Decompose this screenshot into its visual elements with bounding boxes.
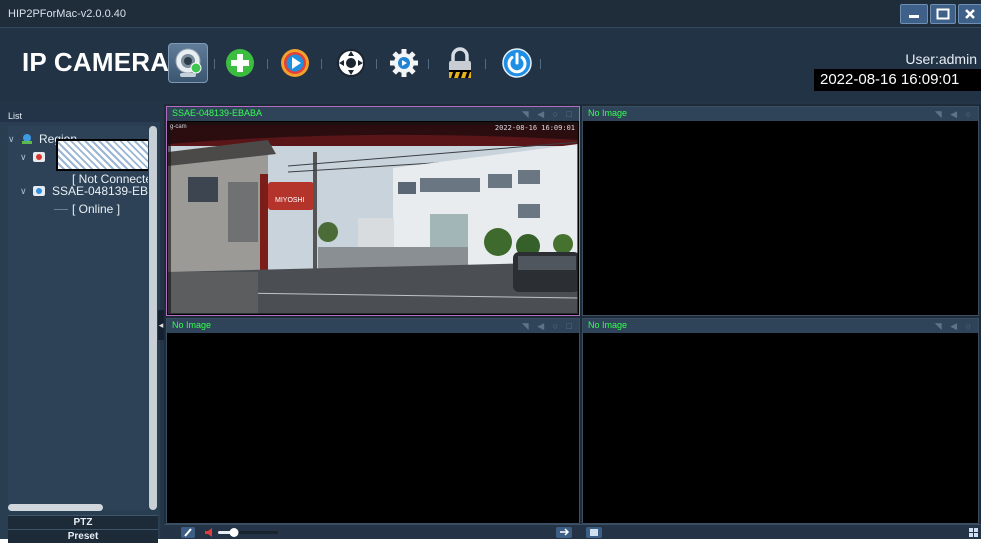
- tree-item-device[interactable]: ∨: [20, 148, 50, 166]
- svg-text:MIYOSHI: MIYOSHI: [275, 197, 305, 204]
- list-header: List: [0, 104, 160, 122]
- brand-title: IP CAMERA: [22, 47, 170, 77]
- cell-controls[interactable]: ◥ ◀ ○ □: [522, 109, 575, 120]
- header: IP CAMERA User:admin 2022-08-16 16:09:01: [0, 29, 981, 101]
- minimize-icon: [909, 15, 919, 18]
- record-icon[interactable]: [556, 527, 572, 538]
- app-window: HIP2PForMac-v2.0.0.40 IP CAMERA User:adm…: [0, 0, 981, 543]
- device-panel: List ∨ Region ∨ [ Not Connected ] ∨: [0, 104, 160, 543]
- settings-icon: [390, 49, 418, 77]
- cell-header: SSAE-048139-EBABA ◥ ◀ ○ □: [167, 107, 579, 121]
- speaker-mute-icon[interactable]: [204, 527, 216, 538]
- device-status: [ Online ]: [54, 200, 120, 218]
- toolbar-separator: [267, 59, 268, 69]
- tree-connector: [54, 208, 68, 210]
- lock-icon: [449, 47, 471, 78]
- maximize-button[interactable]: [930, 4, 956, 24]
- lock-button[interactable]: [440, 43, 480, 83]
- video-cell[interactable]: No Image ◥ ◀ ○ □: [166, 318, 580, 524]
- toolbar-separator: [485, 59, 486, 69]
- video-grid: SSAE-048139-EBABA ◥ ◀ ○ □ MIYOSHI g-cam …: [164, 104, 981, 524]
- snapshot-icon[interactable]: [586, 527, 602, 538]
- ptz-tab[interactable]: PTZ: [8, 515, 158, 529]
- video-cell[interactable]: SSAE-048139-EBABA ◥ ◀ ○ □ MIYOSHI g-cam …: [166, 106, 580, 316]
- region-icon: [22, 134, 32, 144]
- microphone-icon[interactable]: [180, 527, 196, 538]
- bottom-control-bar: [164, 524, 981, 539]
- cell-title: SSAE-048139-EBABA: [172, 108, 263, 118]
- toolbar-separator: [428, 59, 429, 69]
- add-device-button[interactable]: [220, 43, 260, 83]
- toolbar-separator: [321, 59, 322, 69]
- ptz-icon: [337, 49, 365, 77]
- playback-button[interactable]: [275, 43, 315, 83]
- cell-title: No Image: [588, 320, 628, 330]
- datetime-display: 2022-08-16 16:09:01: [814, 69, 981, 91]
- cell-header: No Image ◥ ◀ ○: [583, 107, 978, 121]
- chevron-down-icon[interactable]: ∨: [20, 152, 32, 163]
- playback-icon: [281, 49, 309, 77]
- horizontal-scrollbar[interactable]: [8, 504, 103, 511]
- tree-item-device[interactable]: ∨ SSAE-048139-EBABA: [20, 182, 148, 200]
- close-button[interactable]: [958, 4, 981, 24]
- layout-grid-icon[interactable]: [969, 527, 979, 538]
- power-icon: [502, 48, 532, 78]
- user-label: User:admin: [905, 51, 977, 67]
- ptz-control-button[interactable]: [331, 43, 371, 83]
- live-view-button[interactable]: [168, 43, 208, 83]
- toolbar-separator: [214, 59, 215, 69]
- chevron-down-icon[interactable]: ∨: [20, 186, 32, 197]
- video-cell[interactable]: No Image ◥ ◀ ○: [582, 106, 979, 316]
- street-scene-image: MIYOSHI: [168, 122, 578, 314]
- feed-watermark: g-cam: [170, 124, 187, 130]
- cell-header: No Image ◥ ◀ ○ □: [167, 319, 579, 333]
- chevron-down-icon[interactable]: ∨: [8, 134, 20, 145]
- title-bar: HIP2PForMac-v2.0.0.40: [0, 0, 981, 28]
- volume-slider[interactable]: [218, 527, 278, 538]
- minimize-button[interactable]: [900, 4, 928, 24]
- toolbar-separator: [376, 59, 377, 69]
- cell-title: No Image: [588, 108, 628, 118]
- redacted-block: [56, 139, 148, 171]
- vertical-scrollbar[interactable]: [149, 126, 157, 510]
- camera-icon: [175, 48, 202, 77]
- cell-controls[interactable]: ◥ ◀ ○: [935, 109, 974, 120]
- feed-timestamp: 2022-08-16 16:09:01: [494, 124, 575, 132]
- device-name: SSAE-048139-EBABA: [52, 184, 148, 198]
- maximize-icon: [936, 8, 950, 20]
- video-cell[interactable]: No Image ◥ ◀ ○: [582, 318, 979, 524]
- cell-header: No Image ◥ ◀ ○: [583, 319, 978, 333]
- power-button[interactable]: [497, 43, 537, 83]
- camera-feed: MIYOSHI g-cam 2022-08-16 16:09:01: [168, 122, 578, 314]
- cell-controls[interactable]: ◥ ◀ ○: [935, 321, 974, 332]
- close-icon: [965, 9, 975, 19]
- preset-tab[interactable]: Preset: [8, 529, 158, 543]
- toolbar-separator: [540, 59, 541, 69]
- camera-online-icon: [33, 186, 45, 196]
- window-title: HIP2PForMac-v2.0.0.40: [8, 8, 126, 20]
- device-tree[interactable]: ∨ Region ∨ [ Not Connected ] ∨: [8, 126, 148, 510]
- camera-offline-icon: [33, 152, 45, 162]
- add-icon: [226, 49, 254, 77]
- cell-title: No Image: [172, 320, 212, 330]
- cell-controls[interactable]: ◥ ◀ ○ □: [522, 321, 575, 332]
- settings-button[interactable]: [384, 43, 424, 83]
